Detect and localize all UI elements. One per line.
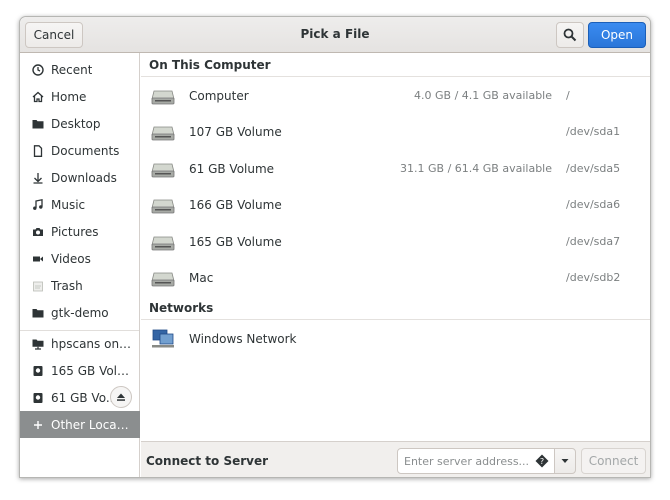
sidebar-item-label: Desktop bbox=[51, 116, 101, 131]
network-computer-icon bbox=[152, 329, 174, 348]
trash-icon bbox=[31, 279, 45, 293]
sidebar-item-pictures[interactable]: Pictures bbox=[20, 218, 140, 245]
clock-icon bbox=[31, 63, 45, 77]
file-chooser-dialog: Cancel Pick a File Open Recent Home Desk… bbox=[19, 16, 651, 478]
server-address-input[interactable]: Enter server address... ? bbox=[397, 448, 555, 474]
sidebar-item-label: Videos bbox=[51, 251, 91, 266]
sidebar-item-label: Other Locations bbox=[51, 417, 133, 432]
location-path: /dev/sda1 bbox=[566, 125, 621, 138]
location-row[interactable]: 165 GB Volume /dev/sda7 bbox=[141, 224, 650, 260]
music-icon bbox=[31, 198, 45, 212]
search-button[interactable] bbox=[556, 22, 584, 48]
sidebar-item-label: Music bbox=[51, 197, 86, 212]
location-name: Mac bbox=[189, 271, 214, 285]
sidebar-item-recent[interactable]: Recent bbox=[20, 56, 140, 83]
sidebar-item-home[interactable]: Home bbox=[20, 83, 140, 110]
eject-button[interactable] bbox=[110, 386, 132, 408]
sidebar-item-documents[interactable]: Documents bbox=[20, 137, 140, 164]
search-icon bbox=[563, 28, 577, 42]
folder-icon bbox=[31, 117, 45, 131]
sidebar-item-label: Home bbox=[51, 89, 87, 104]
location-name: Computer bbox=[189, 89, 249, 103]
sidebar-item-label: Documents bbox=[51, 143, 120, 158]
open-button[interactable]: Open bbox=[588, 22, 646, 48]
location-row[interactable]: 166 GB Volume /dev/sda6 bbox=[141, 187, 650, 223]
location-name: 166 GB Volume bbox=[189, 198, 282, 212]
server-address-placeholder: Enter server address... bbox=[404, 454, 530, 468]
eject-icon bbox=[117, 393, 125, 401]
sidebar-item-music[interactable]: Music bbox=[20, 191, 140, 218]
sidebar-item-label: Trash bbox=[51, 278, 83, 293]
network-name: Windows Network bbox=[189, 332, 297, 346]
section-header-on-this-computer: On This Computer bbox=[141, 53, 650, 77]
plus-icon bbox=[31, 418, 45, 432]
network-folder-icon bbox=[31, 337, 45, 351]
sidebar-item-61gb-volume[interactable]: 61 GB Vo... bbox=[20, 384, 140, 411]
location-path: /dev/sda7 bbox=[566, 235, 621, 248]
cancel-button[interactable]: Cancel bbox=[25, 22, 83, 48]
sidebar-item-label: Recent bbox=[51, 62, 93, 77]
document-icon bbox=[31, 144, 45, 158]
hard-drive-icon bbox=[151, 199, 175, 214]
sidebar-item-label: Downloads bbox=[51, 170, 117, 185]
sidebar-item-label: Pictures bbox=[51, 224, 99, 239]
connect-button[interactable]: Connect bbox=[581, 448, 646, 474]
places-sidebar: Recent Home Desktop Documents Downloads … bbox=[20, 53, 140, 477]
home-icon bbox=[31, 90, 45, 104]
location-row[interactable]: 61 GB Volume 31.1 GB / 61.4 GB available… bbox=[141, 151, 650, 187]
drive-icon bbox=[31, 364, 45, 378]
location-row[interactable]: Mac /dev/sdb2 bbox=[141, 260, 650, 296]
hard-drive-icon bbox=[151, 163, 175, 178]
download-icon bbox=[31, 171, 45, 185]
location-space: 4.0 GB / 4.1 GB available bbox=[414, 89, 552, 102]
sidebar-item-other-locations[interactable]: Other Locations bbox=[20, 411, 140, 438]
help-icon[interactable]: ? bbox=[535, 454, 549, 468]
sidebar-item-hpscans[interactable]: hpscans on sk... bbox=[20, 330, 140, 357]
chevron-down-icon bbox=[561, 459, 569, 463]
locations-view: On This Computer Computer 4.0 GB / 4.1 G… bbox=[141, 53, 650, 441]
sidebar-item-165gb-volume[interactable]: 165 GB Volume bbox=[20, 357, 140, 384]
sidebar-item-label: hpscans on sk... bbox=[51, 336, 133, 351]
location-path: / bbox=[566, 89, 570, 102]
connect-to-server-label: Connect to Server bbox=[146, 454, 269, 468]
video-icon bbox=[31, 252, 45, 266]
location-name: 107 GB Volume bbox=[189, 125, 282, 139]
hard-drive-icon bbox=[151, 236, 175, 251]
location-row[interactable]: 107 GB Volume /dev/sda1 bbox=[141, 114, 650, 150]
sidebar-item-gtk-demo[interactable]: gtk-demo bbox=[20, 299, 140, 326]
drive-icon bbox=[31, 391, 45, 405]
header-bar: Cancel Pick a File Open bbox=[20, 17, 650, 53]
server-history-dropdown[interactable] bbox=[554, 448, 576, 474]
sidebar-item-label: 165 GB Volume bbox=[51, 363, 133, 378]
section-header-networks: Networks bbox=[141, 296, 650, 320]
connect-to-server-bar: Connect to Server Enter server address..… bbox=[141, 441, 650, 477]
folder-icon bbox=[31, 306, 45, 320]
sidebar-item-desktop[interactable]: Desktop bbox=[20, 110, 140, 137]
location-space: 31.1 GB / 61.4 GB available bbox=[400, 162, 552, 175]
location-path: /dev/sdb2 bbox=[566, 271, 621, 284]
sidebar-item-videos[interactable]: Videos bbox=[20, 245, 140, 272]
sidebar-item-downloads[interactable]: Downloads bbox=[20, 164, 140, 191]
camera-icon bbox=[31, 225, 45, 239]
hard-drive-icon bbox=[151, 272, 175, 287]
location-row[interactable]: Computer 4.0 GB / 4.1 GB available / bbox=[141, 78, 650, 114]
location-path: /dev/sda6 bbox=[566, 198, 621, 211]
sidebar-item-label: 61 GB Vo... bbox=[51, 390, 118, 405]
location-name: 165 GB Volume bbox=[189, 235, 282, 249]
hard-drive-icon bbox=[151, 90, 175, 105]
sidebar-item-trash[interactable]: Trash bbox=[20, 272, 140, 299]
hard-drive-icon bbox=[151, 126, 175, 141]
sidebar-item-label: gtk-demo bbox=[51, 305, 109, 320]
network-row[interactable]: Windows Network bbox=[141, 321, 650, 357]
svg-text:?: ? bbox=[540, 457, 544, 466]
location-path: /dev/sda5 bbox=[566, 162, 621, 175]
location-name: 61 GB Volume bbox=[189, 162, 275, 176]
